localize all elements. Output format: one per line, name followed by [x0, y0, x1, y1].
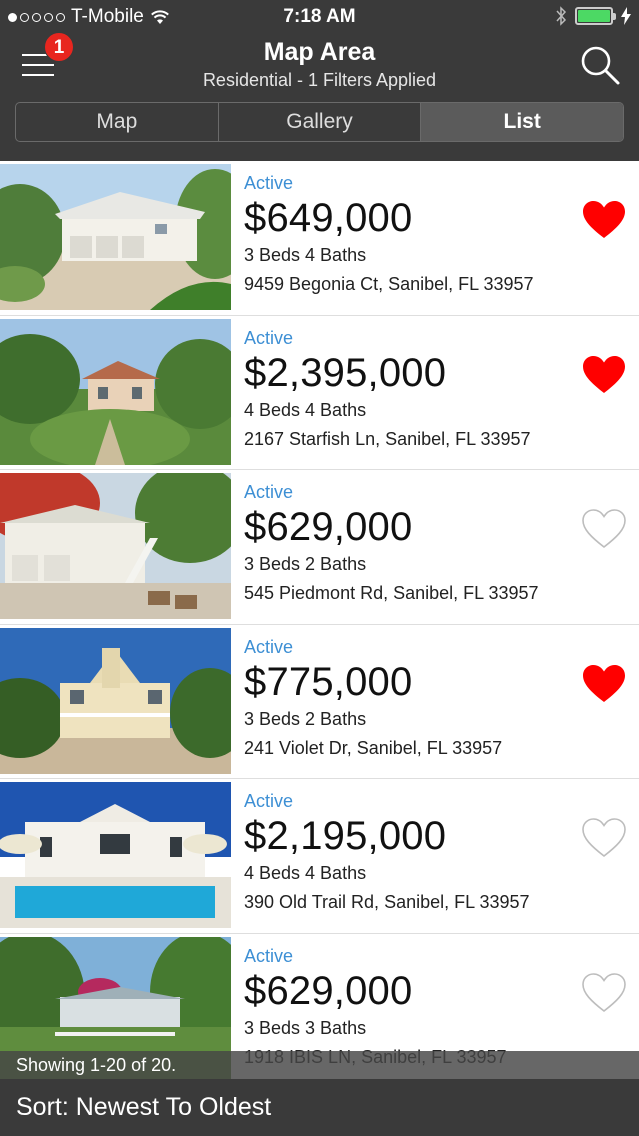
page-title: Map Area	[263, 38, 376, 66]
results-count: Showing 1-20 of 20.	[0, 1051, 639, 1079]
listing-beds-baths: 3 Beds 4 Baths	[244, 245, 367, 265]
favorite-heart-icon[interactable]	[581, 354, 627, 396]
listing-beds-baths: 3 Beds 3 Baths	[244, 1017, 367, 1038]
favorite-heart-icon[interactable]	[581, 817, 627, 859]
tab-map[interactable]: Map	[16, 103, 219, 141]
listing-photo[interactable]	[0, 782, 231, 928]
listing-status: Active	[244, 482, 294, 502]
listing-address: 390 Old Trail Rd, Sanibel, FL 33957	[244, 892, 530, 912]
tab-list[interactable]: List	[421, 103, 623, 141]
listing-price: $629,000	[244, 505, 413, 549]
status-right	[555, 6, 631, 26]
status-time: 7:18 AM	[283, 6, 356, 27]
listing-status: Active	[244, 791, 294, 811]
listing-info: Active $2,395,000 4 Beds 4 Baths 2167 St…	[244, 328, 569, 450]
listing-list: Active $649,000 3 Beds 4 Baths 9459 Bego…	[0, 161, 639, 1088]
listing-price: $649,000	[244, 196, 413, 240]
battery-icon	[575, 7, 616, 25]
favorite-heart-icon[interactable]	[581, 972, 627, 1014]
listing-beds-baths: 4 Beds 4 Baths	[244, 399, 367, 420]
listing-info: Active $2,195,000 4 Beds 4 Baths 390 Old…	[244, 791, 569, 913]
listing-row[interactable]: Active $629,000 3 Beds 2 Baths 545 Piedm…	[0, 470, 639, 625]
sort-selector[interactable]: Sort: Newest To Oldest	[0, 1079, 639, 1136]
favorite-heart-icon[interactable]	[581, 508, 627, 550]
charging-icon	[621, 7, 631, 25]
listing-status: Active	[244, 636, 294, 657]
listing-price: $2,395,000	[244, 350, 447, 395]
listing-row[interactable]: Active $775,000 3 Beds 2 Baths 241 Viole…	[0, 624, 639, 779]
listing-address: 2167 Starfish Ln, Sanibel, FL 33957	[244, 428, 531, 449]
status-bar: T-Mobile 7:18 AM	[0, 0, 639, 34]
listing-row[interactable]: Active $2,195,000 4 Beds 4 Baths 390 Old…	[0, 779, 639, 934]
listing-row[interactable]: Active $649,000 3 Beds 4 Baths 9459 Bego…	[0, 161, 639, 316]
listing-beds-baths: 3 Beds 2 Baths	[244, 708, 367, 729]
listing-price: $2,195,000	[244, 814, 447, 858]
listing-price: $629,000	[244, 968, 413, 1013]
listing-info: Active $629,000 3 Beds 2 Baths 545 Piedm…	[244, 482, 569, 604]
listing-beds-baths: 4 Beds 4 Baths	[244, 863, 367, 883]
listing-address: 9459 Begonia Ct, Sanibel, FL 33957	[244, 274, 534, 294]
listing-address: 241 Violet Dr, Sanibel, FL 33957	[244, 737, 503, 758]
listing-photo[interactable]	[0, 627, 231, 774]
listing-info: Active $629,000 3 Beds 3 Baths 1918 IBIS…	[244, 946, 569, 1068]
listing-status: Active	[244, 327, 294, 348]
tab-gallery[interactable]: Gallery	[219, 103, 422, 141]
listing-row[interactable]: Active $2,395,000 4 Beds 4 Baths 2167 St…	[0, 315, 639, 470]
listing-photo[interactable]	[0, 473, 231, 619]
favorite-heart-icon[interactable]	[581, 199, 627, 241]
view-mode-tabs: Map Gallery List	[15, 102, 624, 142]
filter-summary[interactable]: Residential - 1 Filters Applied	[0, 70, 639, 91]
listing-photo[interactable]	[0, 318, 231, 465]
favorite-heart-icon[interactable]	[581, 663, 627, 705]
listing-info: Active $649,000 3 Beds 4 Baths 9459 Bego…	[244, 173, 569, 295]
listing-info: Active $775,000 3 Beds 2 Baths 241 Viole…	[244, 637, 569, 759]
app-header: T-Mobile 7:18 AM 1 Map Area Residential …	[0, 0, 639, 161]
bluetooth-icon	[556, 6, 567, 26]
search-icon[interactable]	[579, 44, 621, 86]
listing-address: 545 Piedmont Rd, Sanibel, FL 33957	[244, 583, 539, 603]
listing-photo[interactable]	[0, 164, 231, 310]
listing-status: Active	[244, 173, 294, 193]
listing-price: $775,000	[244, 659, 413, 704]
listing-beds-baths: 3 Beds 2 Baths	[244, 554, 367, 574]
listing-status: Active	[244, 945, 294, 966]
